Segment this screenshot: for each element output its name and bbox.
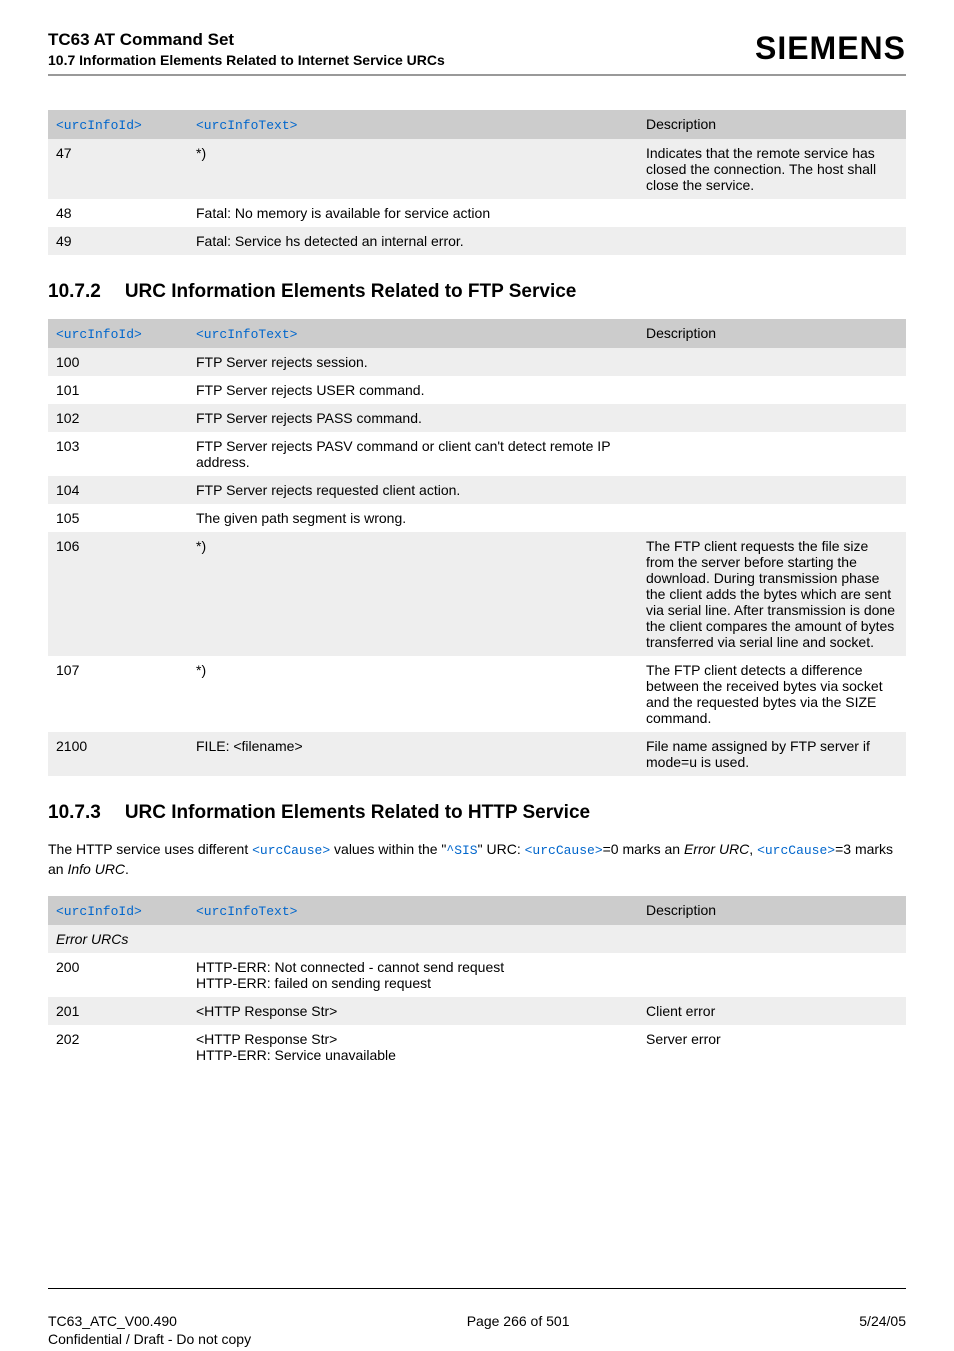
section-heading-ftp: 10.7.2URC Information Elements Related t… [48,281,906,303]
http-intro-paragraph: The HTTP service uses different <urcCaus… [48,840,906,880]
table-row: 2100FILE: <filename>File name assigned b… [48,732,906,776]
table-row: 105The given path segment is wrong. [48,504,906,532]
siemens-logo: SIEMENS [755,30,906,67]
col-header-desc: Description [638,896,906,925]
doc-title: TC63 AT Command Set [48,30,445,50]
table-row: 104FTP Server rejects requested client a… [48,476,906,504]
col-header-desc: Description [638,319,906,348]
col-header-id: <urcInfoId> [56,904,142,919]
doc-subtitle: 10.7 Information Elements Related to Int… [48,52,445,68]
col-header-text: <urcInfoText> [196,118,297,133]
page-header: TC63 AT Command Set 10.7 Information Ele… [48,30,906,76]
footer-right: 5/24/05 [859,1313,906,1329]
table-row: 49 Fatal: Service hs detected an interna… [48,227,906,255]
table-row: 47 *) Indicates that the remote ser­vice… [48,139,906,199]
col-header-desc: Description [638,110,906,139]
col-header-text: <urcInfoText> [196,904,297,919]
col-header-id: <urcInfoId> [56,327,142,342]
table-row: 107*)The FTP client detects a differ­enc… [48,656,906,732]
table-row: 103FTP Server rejects PASV command or cl… [48,432,906,476]
table-row: 201<HTTP Response Str>Client error [48,997,906,1025]
footer-rule [48,1288,906,1289]
table-row: 101FTP Server rejects USER command. [48,376,906,404]
col-header-text: <urcInfoText> [196,327,297,342]
table-row: 102FTP Server rejects PASS command. [48,404,906,432]
page-footer: TC63_ATC_V00.490 Page 266 of 501 5/24/05… [48,1313,906,1329]
table-row: 202<HTTP Response Str> HTTP-ERR: Service… [48,1025,906,1069]
table-row: 100FTP Server rejects session. [48,348,906,376]
footer-left: TC63_ATC_V00.490 [48,1313,177,1329]
footer-center: Page 266 of 501 [467,1313,570,1329]
urc-table-http: <urcInfoId> <urcInfoText> Description Er… [48,896,906,1069]
urc-table-ftp: <urcInfoId> <urcInfoText> Description 10… [48,319,906,776]
table-row: 48 Fatal: No memory is available for ser… [48,199,906,227]
table-group-row: Error URCs [48,925,906,953]
col-header-id: <urcInfoId> [56,118,142,133]
table-row: 106*)The FTP client requests the file si… [48,532,906,656]
urc-table-general: <urcInfoId> <urcInfoText> Description 47… [48,110,906,255]
table-row: 200HTTP-ERR: Not connected - cannot send… [48,953,906,997]
section-heading-http: 10.7.3URC Information Elements Related t… [48,802,906,824]
footer-confidential: Confidential / Draft - Do not copy [48,1331,251,1347]
